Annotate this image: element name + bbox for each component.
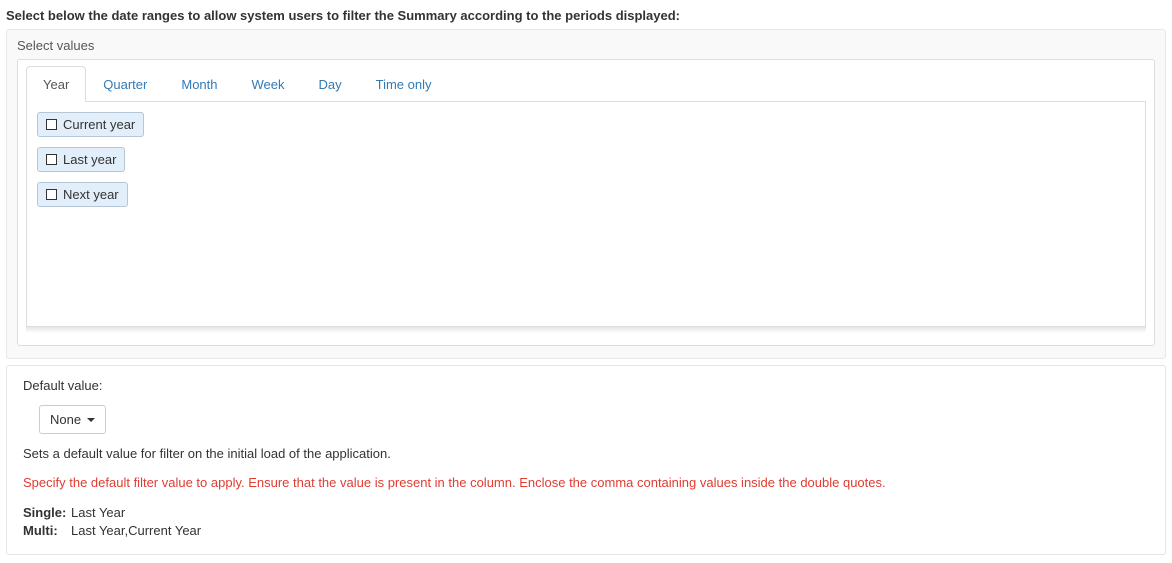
example-single-val: Last Year xyxy=(71,504,125,522)
example-single-key: Single: xyxy=(23,504,69,522)
option-next-year[interactable]: Next year xyxy=(37,182,128,207)
dropdown-selected: None xyxy=(50,412,81,427)
select-values-legend: Select values xyxy=(17,38,1155,53)
page-instruction: Select below the date ranges to allow sy… xyxy=(6,8,1166,23)
tab-shadow xyxy=(26,327,1146,333)
checkbox-icon xyxy=(46,119,57,130)
tab-month[interactable]: Month xyxy=(164,66,234,102)
tab-week[interactable]: Week xyxy=(235,66,302,102)
checkbox-icon xyxy=(46,189,57,200)
default-value-label: Default value: xyxy=(23,378,1149,393)
tab-day[interactable]: Day xyxy=(302,66,359,102)
option-label: Current year xyxy=(63,117,135,132)
default-value-panel: Default value: None Sets a default value… xyxy=(6,365,1166,555)
default-value-warning: Specify the default filter value to appl… xyxy=(23,475,1149,490)
tab-content-year: Current year Last year Next year xyxy=(26,102,1146,327)
option-label: Last year xyxy=(63,152,116,167)
tab-time-only[interactable]: Time only xyxy=(359,66,449,102)
option-last-year[interactable]: Last year xyxy=(37,147,125,172)
option-label: Next year xyxy=(63,187,119,202)
default-value-examples: Single: Last Year Multi: Last Year,Curre… xyxy=(23,504,1149,540)
example-multi-key: Multi: xyxy=(23,522,69,540)
example-multi-val: Last Year,Current Year xyxy=(71,522,201,540)
default-value-description: Sets a default value for filter on the i… xyxy=(23,446,1149,461)
tab-quarter[interactable]: Quarter xyxy=(86,66,164,102)
tab-row: Year Quarter Month Week Day Time only xyxy=(26,66,1146,102)
option-current-year[interactable]: Current year xyxy=(37,112,144,137)
select-values-box: Year Quarter Month Week Day Time only Cu… xyxy=(17,59,1155,346)
checkbox-icon xyxy=(46,154,57,165)
select-values-panel: Select values Year Quarter Month Week Da… xyxy=(6,29,1166,359)
tab-year[interactable]: Year xyxy=(26,66,86,102)
default-value-dropdown[interactable]: None xyxy=(39,405,106,434)
caret-down-icon xyxy=(87,418,95,422)
